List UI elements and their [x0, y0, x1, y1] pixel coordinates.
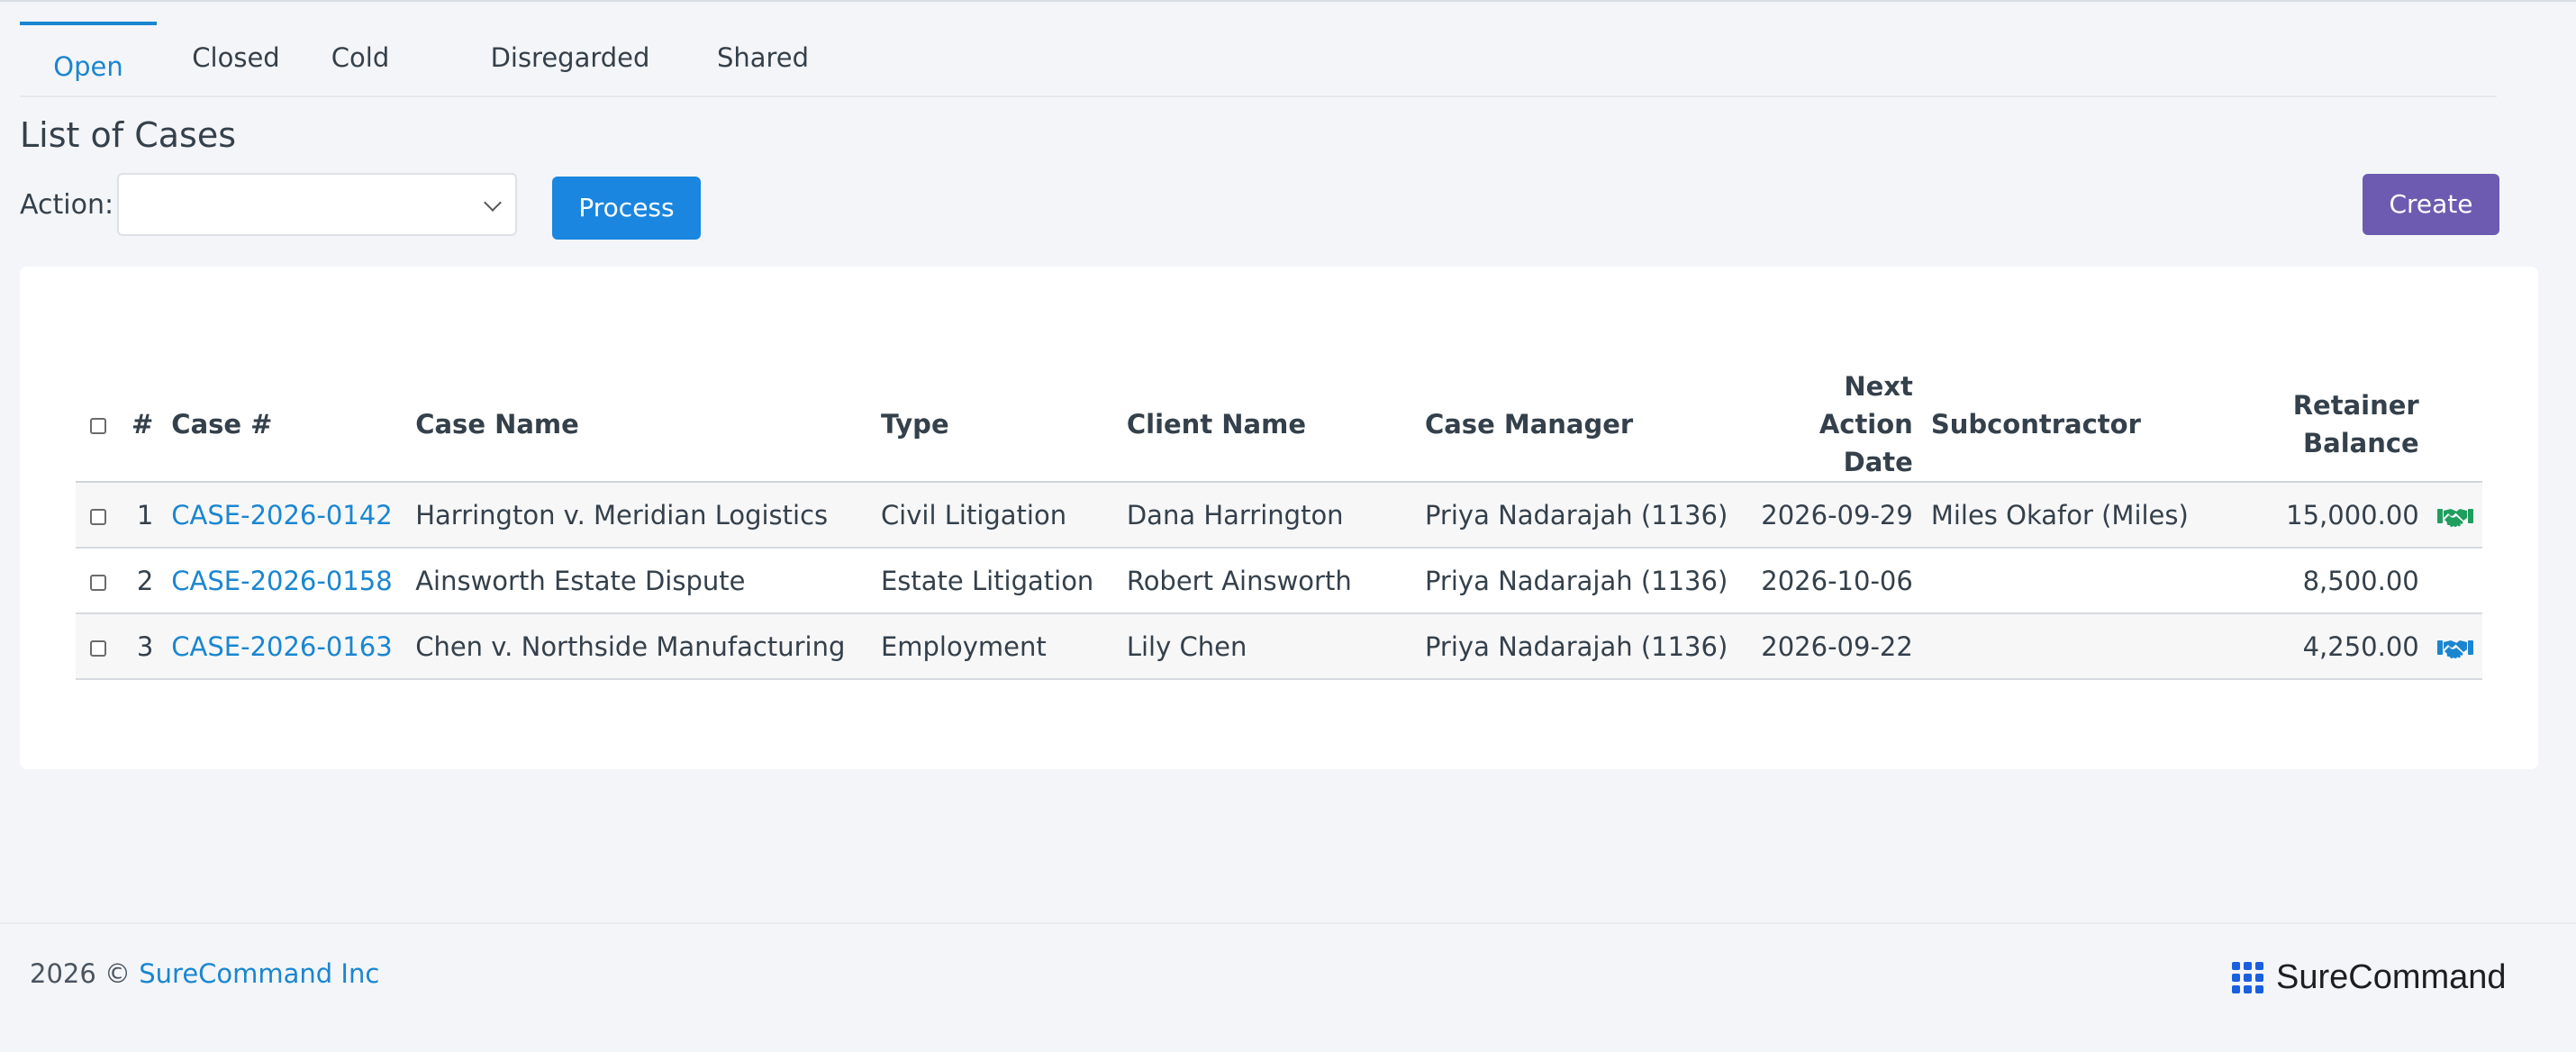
- client-name: Robert Ainsworth: [1117, 548, 1416, 614]
- row-select-cell: [76, 482, 122, 549]
- header-case-manager[interactable]: Case Manager: [1415, 367, 1742, 483]
- row-actions: [2427, 613, 2482, 680]
- header-retainer-line2: Balance: [2303, 428, 2419, 458]
- next-action-date: 2026-10-06: [1741, 548, 1922, 614]
- case-name: Ainsworth Estate Dispute: [406, 548, 872, 614]
- header-actions: [2427, 367, 2482, 483]
- process-button[interactable]: Process: [552, 177, 701, 240]
- retainer-balance: 8,500.00: [2256, 548, 2428, 614]
- case-link[interactable]: CASE-2026-0142: [171, 500, 392, 531]
- select-all-checkbox[interactable]: [90, 418, 107, 434]
- brand-name: SureCommand: [2276, 957, 2507, 996]
- case-manager: Priya Nadarajah (1136): [1415, 613, 1742, 680]
- tab-cold[interactable]: Cold: [315, 22, 405, 94]
- brand-logo: SureCommand: [2232, 955, 2507, 1000]
- header-subcontractor[interactable]: Subcontractor: [1921, 367, 2257, 483]
- case-link[interactable]: CASE-2026-0158: [171, 566, 392, 596]
- case-manager: Priya Nadarajah (1136): [1415, 548, 1742, 614]
- chevron-down-icon: [484, 194, 502, 212]
- cases-table: # Case # Case Name Type Client Name Case…: [76, 367, 2482, 680]
- header-case-no[interactable]: Case #: [162, 367, 407, 483]
- handshake-icon[interactable]: [2436, 637, 2473, 660]
- case-name: Harrington v. Meridian Logistics: [406, 482, 872, 549]
- create-button[interactable]: Create: [2363, 174, 2499, 235]
- row-checkbox[interactable]: [90, 639, 107, 657]
- header-next-action-date[interactable]: Next Action Date: [1741, 367, 1922, 483]
- case-link[interactable]: CASE-2026-0163: [171, 631, 392, 662]
- handshake-icon[interactable]: [2436, 505, 2473, 529]
- subcontractor: [1921, 548, 2257, 614]
- case-no-cell: CASE-2026-0142: [162, 482, 407, 549]
- retainer-balance: 15,000.00: [2256, 482, 2428, 549]
- table-row: 2 CASE-2026-0158 Ainsworth Estate Disput…: [76, 548, 2482, 614]
- header-num: #: [121, 367, 163, 483]
- case-type: Estate Litigation: [871, 548, 1118, 614]
- client-name: Dana Harrington: [1117, 482, 1416, 549]
- row-num: 3: [121, 613, 163, 680]
- select-all-cell: [76, 367, 122, 483]
- row-checkbox[interactable]: [90, 508, 107, 525]
- grid-logo-icon: [2232, 961, 2263, 993]
- case-no-cell: CASE-2026-0163: [162, 613, 407, 680]
- table-header-row: # Case # Case Name Type Client Name Case…: [76, 367, 2482, 483]
- status-tabs: Open Closed Cold Disregarded Shared: [20, 2, 2497, 97]
- header-retainer-balance[interactable]: Retainer Balance: [2256, 367, 2428, 483]
- footer-company-link[interactable]: SureCommand Inc: [139, 958, 379, 989]
- row-select-cell: [76, 548, 122, 614]
- header-client-name[interactable]: Client Name: [1117, 367, 1416, 483]
- page-title: List of Cases: [20, 115, 237, 155]
- action-label: Action:: [20, 189, 114, 221]
- tab-shared[interactable]: Shared: [686, 22, 839, 94]
- row-num: 1: [121, 482, 163, 549]
- case-manager: Priya Nadarajah (1136): [1415, 482, 1742, 549]
- tab-closed[interactable]: Closed: [173, 22, 299, 94]
- action-select[interactable]: [117, 173, 517, 236]
- case-no-cell: CASE-2026-0158: [162, 548, 407, 614]
- tab-disregarded[interactable]: Disregarded: [458, 22, 683, 94]
- retainer-balance: 4,250.00: [2256, 613, 2428, 680]
- case-type: Civil Litigation: [871, 482, 1118, 549]
- footer-year: 2026 ©: [30, 958, 132, 989]
- footer-divider: [0, 922, 2576, 924]
- header-next-action-line1: Next Action: [1819, 371, 1913, 440]
- table-row: 3 CASE-2026-0163 Chen v. Northside Manuf…: [76, 613, 2482, 680]
- row-actions: [2427, 482, 2482, 549]
- case-type: Employment: [871, 613, 1118, 680]
- header-retainer-line1: Retainer: [2292, 390, 2419, 421]
- row-select-cell: [76, 613, 122, 680]
- client-name: Lily Chen: [1117, 613, 1416, 680]
- header-type[interactable]: Type: [871, 367, 1118, 483]
- row-actions: [2427, 548, 2482, 614]
- subcontractor: [1921, 613, 2257, 680]
- row-num: 2: [121, 548, 163, 614]
- table-row: 1 CASE-2026-0142 Harrington v. Meridian …: [76, 482, 2482, 549]
- header-next-action-line2: Date: [1843, 447, 1913, 477]
- footer-copyright: 2026 © SureCommand Inc: [30, 958, 379, 989]
- cases-card: # Case # Case Name Type Client Name Case…: [20, 267, 2538, 769]
- next-action-date: 2026-09-29: [1741, 482, 1922, 549]
- tab-open[interactable]: Open: [20, 22, 157, 97]
- subcontractor: Miles Okafor (Miles): [1921, 482, 2257, 549]
- case-name: Chen v. Northside Manufacturing: [406, 613, 872, 680]
- next-action-date: 2026-09-22: [1741, 613, 1922, 680]
- row-checkbox[interactable]: [90, 574, 107, 591]
- header-case-name[interactable]: Case Name: [406, 367, 872, 483]
